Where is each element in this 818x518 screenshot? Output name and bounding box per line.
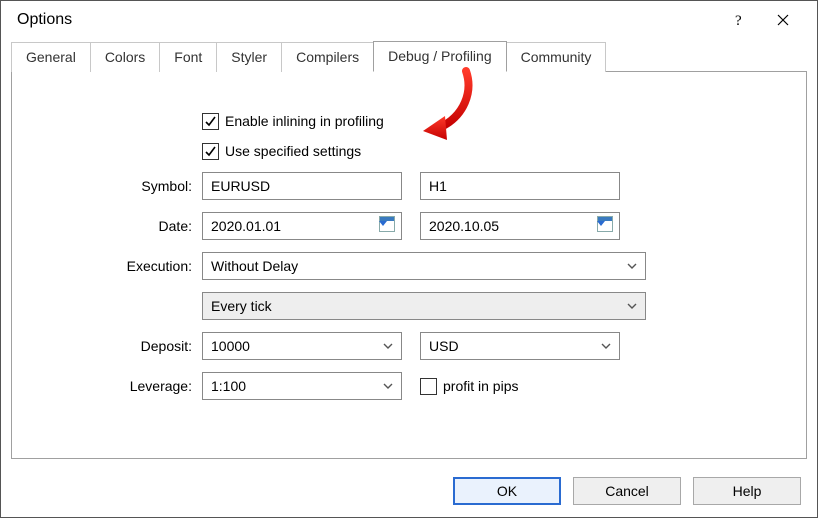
leverage-combo[interactable]: 1:100 bbox=[202, 372, 402, 400]
date-label: Date: bbox=[12, 218, 202, 234]
execution-combo[interactable]: Without Delay bbox=[202, 252, 646, 280]
chevron-down-icon bbox=[383, 343, 393, 349]
cancel-button[interactable]: Cancel bbox=[573, 477, 681, 505]
currency-value: USD bbox=[429, 338, 459, 354]
tab-debug-profiling[interactable]: Debug / Profiling bbox=[373, 41, 507, 72]
model-combo[interactable]: Every tick bbox=[202, 292, 646, 320]
symbol-label: Symbol: bbox=[12, 178, 202, 194]
tab-general[interactable]: General bbox=[11, 42, 91, 72]
leverage-label: Leverage: bbox=[12, 378, 202, 394]
tab-font[interactable]: Font bbox=[159, 42, 217, 72]
tab-community[interactable]: Community bbox=[506, 42, 607, 72]
profit-in-pips-checkbox[interactable] bbox=[420, 378, 437, 395]
calendar-icon bbox=[597, 216, 613, 232]
model-value: Every tick bbox=[211, 298, 272, 314]
deposit-value: 10000 bbox=[211, 338, 250, 354]
enable-inlining-label: Enable inlining in profiling bbox=[225, 113, 384, 129]
currency-combo[interactable]: USD bbox=[420, 332, 620, 360]
timeframe-input[interactable]: H1 bbox=[420, 172, 620, 200]
tab-compilers[interactable]: Compilers bbox=[281, 42, 374, 72]
leverage-value: 1:100 bbox=[211, 378, 246, 394]
use-specified-label: Use specified settings bbox=[225, 143, 361, 159]
deposit-label: Deposit: bbox=[12, 338, 202, 354]
tab-styler[interactable]: Styler bbox=[216, 42, 282, 72]
execution-value: Without Delay bbox=[211, 258, 298, 274]
chevron-down-icon bbox=[383, 383, 393, 389]
timeframe-value: H1 bbox=[429, 178, 447, 194]
tab-strip: General Colors Font Styler Compilers Deb… bbox=[11, 39, 807, 71]
deposit-combo[interactable]: 10000 bbox=[202, 332, 402, 360]
title-bar: Options ? bbox=[1, 1, 817, 39]
svg-text:?: ? bbox=[735, 13, 742, 28]
enable-inlining-checkbox[interactable] bbox=[202, 113, 219, 130]
date-to-value: 2020.10.05 bbox=[429, 218, 499, 234]
ok-button[interactable]: OK bbox=[453, 477, 561, 505]
calendar-icon bbox=[379, 216, 395, 232]
execution-label: Execution: bbox=[12, 258, 202, 274]
date-to-input[interactable]: 2020.10.05 bbox=[420, 212, 620, 240]
button-bar: OK Cancel Help bbox=[1, 465, 817, 517]
tab-pane: Enable inlining in profiling Use specifi… bbox=[11, 71, 807, 459]
window-title: Options bbox=[17, 11, 717, 29]
help-button[interactable]: Help bbox=[693, 477, 801, 505]
help-button[interactable]: ? bbox=[717, 5, 761, 35]
tab-colors[interactable]: Colors bbox=[90, 42, 160, 72]
close-button[interactable] bbox=[761, 5, 805, 35]
chevron-down-icon bbox=[627, 303, 637, 309]
use-specified-checkbox[interactable] bbox=[202, 143, 219, 160]
chevron-down-icon bbox=[627, 263, 637, 269]
symbol-input[interactable]: EURUSD bbox=[202, 172, 402, 200]
profit-in-pips-label: profit in pips bbox=[443, 378, 518, 394]
date-from-input[interactable]: 2020.01.01 bbox=[202, 212, 402, 240]
symbol-value: EURUSD bbox=[211, 178, 270, 194]
chevron-down-icon bbox=[601, 343, 611, 349]
date-from-value: 2020.01.01 bbox=[211, 218, 281, 234]
